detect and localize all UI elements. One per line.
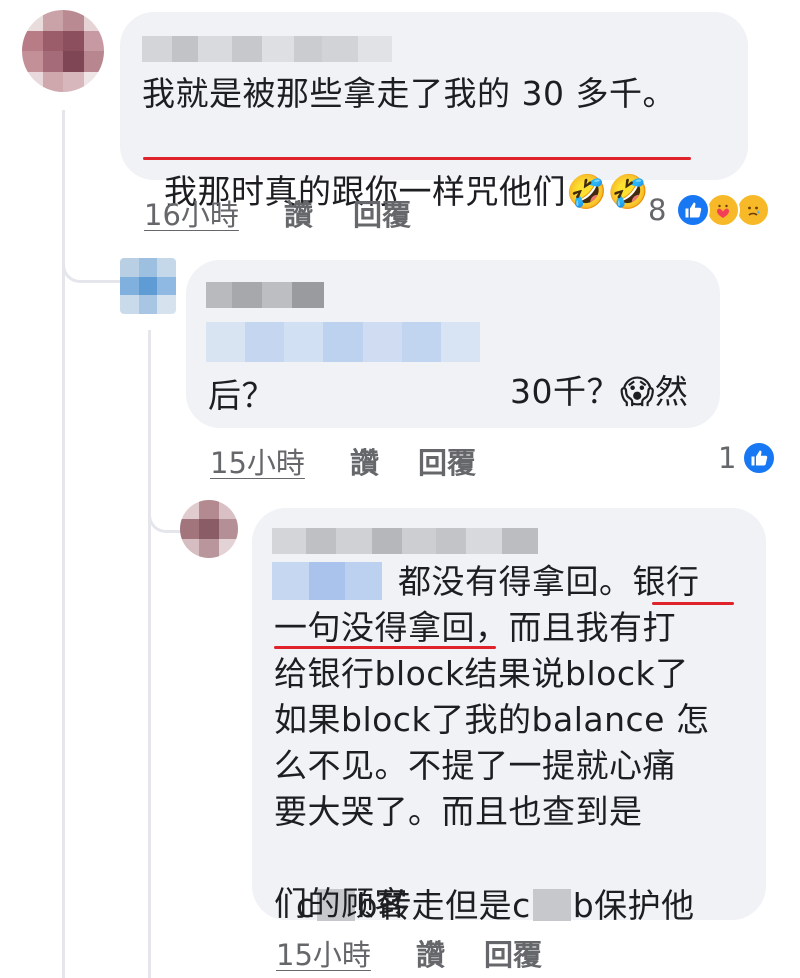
comment-text-line: 如果block了我的balance 怎	[274, 700, 710, 739]
comment-text-line: 要大哭了。而且也查到是	[274, 792, 643, 831]
redacted-text	[272, 562, 383, 600]
reply-button[interactable]: 回覆	[353, 192, 411, 234]
thread-connector	[62, 250, 121, 283]
rofl-emoji-icon: 🤣🤣	[565, 172, 650, 211]
reply-button[interactable]: 回覆	[418, 440, 476, 482]
comment-text: 然	[654, 372, 689, 411]
redacted-text	[532, 889, 571, 921]
avatar[interactable]	[120, 258, 176, 314]
comment-text-line: 给银行block结果说block了	[274, 654, 689, 693]
comment-text-line: 都没有得拿回。银行	[398, 562, 700, 601]
highlight-underline	[652, 602, 734, 605]
comment-text-line: 我就是被那些拿走了我的 30 多千。	[142, 74, 676, 113]
comment-timestamp[interactable]: 15小時	[276, 932, 371, 974]
avatar[interactable]	[180, 500, 238, 558]
comment-text-line: 么不见。不提了一提就心痛	[274, 746, 676, 785]
reaction-count[interactable]: 1	[718, 441, 736, 475]
care-icon[interactable]	[706, 193, 740, 227]
comment-text-line: 30千？😱然	[488, 320, 688, 416]
like-icon[interactable]	[742, 441, 776, 475]
thread-line-reply	[148, 330, 151, 978]
author-name-redacted[interactable]	[142, 36, 392, 62]
like-button[interactable]: 讚	[284, 192, 313, 234]
thread-line-main	[62, 110, 65, 978]
comment-timestamp[interactable]: 16小時	[144, 192, 239, 234]
like-icon[interactable]	[676, 193, 710, 227]
author-name-redacted[interactable]	[206, 282, 324, 308]
comment-timestamp[interactable]: 15小時	[210, 440, 305, 482]
highlight-underline	[143, 157, 691, 160]
thread-connector	[148, 500, 181, 533]
comment-text-line: 后？	[208, 376, 275, 415]
reaction-count[interactable]: 8	[648, 193, 666, 227]
like-button[interactable]: 讚	[350, 440, 379, 482]
highlight-underline	[274, 646, 496, 649]
comment-text: 30千？	[509, 372, 620, 411]
comment-text-line: 们的顾客	[274, 884, 408, 923]
avatar[interactable]	[22, 10, 104, 92]
redacted-text	[206, 322, 480, 362]
comment-text: b保护他	[572, 886, 695, 925]
sad-icon[interactable]	[736, 193, 770, 227]
scream-emoji-icon: 😱	[619, 372, 655, 411]
author-name-redacted[interactable]	[272, 528, 538, 554]
reply-button[interactable]: 回覆	[484, 932, 542, 974]
comment-text-line: 一句没得拿回，而且我有打	[274, 608, 676, 647]
like-button[interactable]: 讚	[416, 932, 445, 974]
